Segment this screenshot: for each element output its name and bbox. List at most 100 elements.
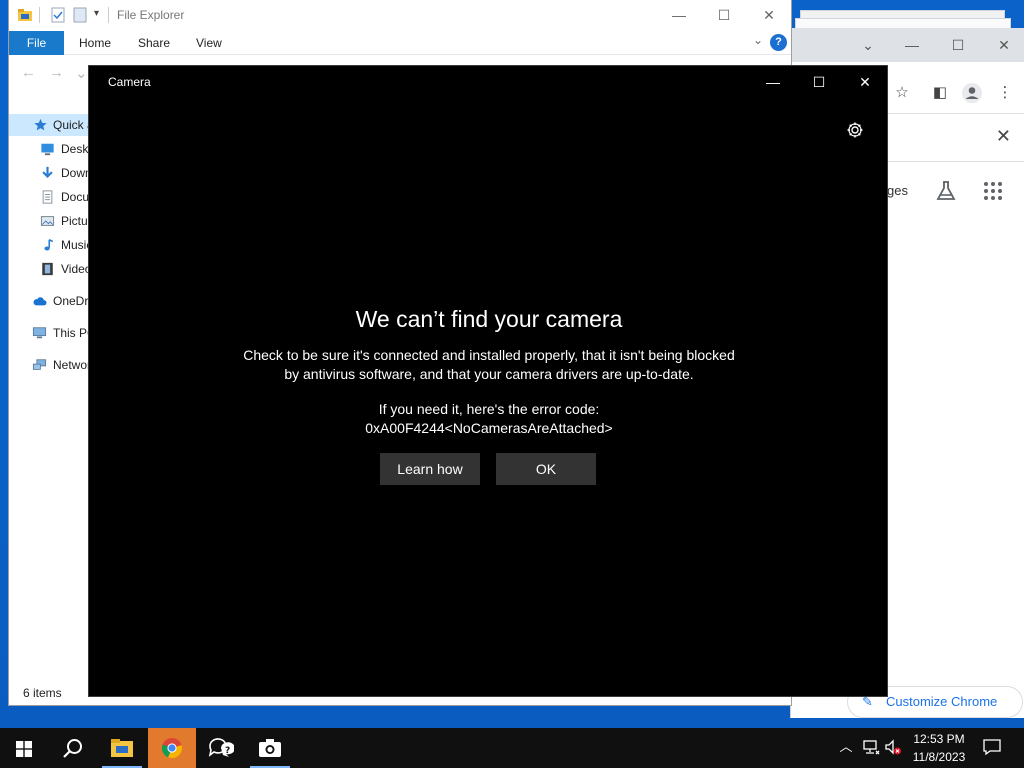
start-button[interactable]: [0, 728, 48, 768]
nav-label: Downloads: [61, 166, 89, 180]
document-icon: [42, 190, 53, 204]
close-button[interactable]: ✕: [751, 4, 787, 26]
pages-label[interactable]: ges: [887, 183, 908, 198]
nav-item-videos[interactable]: Videos: [9, 258, 89, 280]
help-icon[interactable]: ?: [770, 34, 787, 51]
recent-locations-icon[interactable]: ⌄: [75, 64, 88, 82]
error-code-block: If you need it, here's the error code: 0…: [89, 400, 889, 438]
nav-label: Documents: [61, 190, 89, 204]
close-icon[interactable]: ✕: [996, 126, 1011, 147]
clock[interactable]: 12:53 PM 11/8/2023: [906, 730, 972, 766]
new-folder-icon[interactable]: [73, 7, 87, 23]
profile-icon[interactable]: [961, 82, 983, 104]
customize-qat-icon[interactable]: ▾: [94, 8, 99, 24]
nav-label: Videos: [61, 262, 89, 276]
nav-label: Pictures: [61, 214, 89, 228]
nav-item-documents[interactable]: Documents: [9, 186, 89, 208]
minimize-button[interactable]: —: [897, 34, 927, 56]
cloud-icon: [33, 297, 47, 306]
apps-grid-icon[interactable]: [984, 182, 1002, 200]
nav-item-onedrive[interactable]: OneDrive: [9, 290, 89, 312]
network-icon: [32, 359, 47, 370]
side-panel-icon[interactable]: ◧: [929, 82, 951, 104]
clock-time: 12:53 PM: [913, 732, 965, 746]
star-icon: [34, 118, 47, 131]
customize-chrome-label: Customize Chrome: [886, 694, 998, 709]
tab-view[interactable]: View: [196, 31, 222, 55]
chrome-titlebar[interactable]: ⌄ — ☐ ✕: [791, 28, 1024, 62]
clock-date: 11/8/2023: [912, 750, 966, 764]
error-code-intro: If you need it, here's the error code:: [378, 401, 600, 417]
taskbar-camera[interactable]: [246, 728, 294, 768]
properties-icon[interactable]: [51, 7, 65, 23]
nav-label: Quick access: [53, 118, 89, 132]
more-menu-icon[interactable]: ⋮: [994, 82, 1016, 104]
error-description-line: Check to be sure it's connected and inst…: [243, 347, 735, 363]
notification-center-icon[interactable]: [982, 738, 1002, 756]
nav-label: Network: [53, 358, 89, 372]
file-explorer-icon: [111, 739, 133, 757]
nav-label: This PC: [53, 326, 89, 340]
film-icon: [42, 262, 53, 276]
expand-ribbon-icon[interactable]: ⌄: [753, 33, 763, 47]
taskbar-chrome[interactable]: [148, 728, 196, 768]
maximize-button[interactable]: ☐: [799, 70, 839, 94]
maximize-button[interactable]: ☐: [943, 34, 973, 56]
feedback-hub-icon: ?: [208, 738, 234, 757]
window-title: File Explorer: [117, 8, 185, 22]
maximize-button[interactable]: ☐: [706, 4, 742, 26]
error-description: Check to be sure it's connected and inst…: [89, 346, 889, 384]
picture-icon: [40, 216, 55, 226]
window-title: Camera: [108, 75, 151, 89]
nav-label: OneDrive: [53, 294, 89, 308]
divider: [108, 7, 109, 23]
nav-item-pictures[interactable]: Pictures: [9, 210, 89, 232]
close-button[interactable]: ✕: [989, 34, 1019, 56]
settings-gear-icon[interactable]: [846, 121, 864, 139]
learn-how-button[interactable]: Learn how: [380, 453, 480, 485]
show-hidden-icons-icon[interactable]: ︿: [837, 738, 855, 756]
nav-item-quick-access[interactable]: Quick access: [9, 114, 89, 136]
nav-item-music[interactable]: Music: [9, 234, 89, 256]
ribbon-tabs: File Home Share View ⌄ ?: [9, 31, 791, 55]
network-status-icon[interactable]: [862, 738, 880, 756]
error-heading: We can’t find your camera: [355, 306, 623, 332]
status-item-count: 6 items: [23, 686, 62, 700]
search-icon: [63, 739, 82, 758]
taskbar: ? ︿ 12:53 PM 11/8/2023: [0, 728, 1024, 768]
computer-icon: [32, 327, 47, 339]
camera-window[interactable]: Camera — ☐ ✕ We can’t find your camera C…: [88, 65, 888, 697]
camera-icon: [259, 739, 281, 757]
explorer-titlebar[interactable]: ▾ File Explorer — ☐ ✕: [9, 0, 791, 31]
desktop-icon: [41, 143, 54, 156]
ok-button[interactable]: OK: [496, 453, 596, 485]
navigation-pane: Quick access Desktop Downloads Documents…: [9, 100, 89, 680]
bookmark-star-icon[interactable]: ☆: [891, 82, 913, 104]
search-button[interactable]: [48, 728, 96, 768]
nav-item-desktop[interactable]: Desktop: [9, 138, 89, 160]
nav-item-downloads[interactable]: Downloads: [9, 162, 89, 184]
nav-label: Desktop: [61, 142, 89, 156]
error-description-line: by antivirus software, and that your cam…: [284, 366, 694, 382]
taskbar-file-explorer[interactable]: [98, 728, 146, 768]
download-arrow-icon: [42, 166, 53, 179]
close-button[interactable]: ✕: [845, 70, 885, 94]
nav-item-network[interactable]: Network: [9, 354, 89, 376]
error-code: 0xA00F4244<NoCamerasAreAttached>: [365, 420, 613, 436]
back-arrow-icon[interactable]: ←: [21, 64, 36, 81]
taskbar-feedback-hub[interactable]: ?: [198, 728, 246, 768]
start-icon: [16, 741, 32, 757]
tab-share[interactable]: Share: [138, 31, 170, 55]
nav-item-this-pc[interactable]: This PC: [9, 322, 89, 344]
minimize-button[interactable]: —: [661, 4, 697, 26]
tab-home[interactable]: Home: [79, 31, 111, 55]
chevron-down-icon[interactable]: ⌄: [853, 34, 883, 56]
labs-flask-icon[interactable]: [935, 180, 957, 202]
volume-muted-icon[interactable]: [884, 738, 902, 756]
nav-label: Music: [61, 238, 89, 252]
forward-arrow-icon[interactable]: →: [49, 64, 64, 81]
minimize-button[interactable]: —: [753, 70, 793, 94]
folder-icon: [18, 9, 32, 21]
divider: [39, 7, 40, 23]
tab-file[interactable]: File: [9, 31, 64, 55]
